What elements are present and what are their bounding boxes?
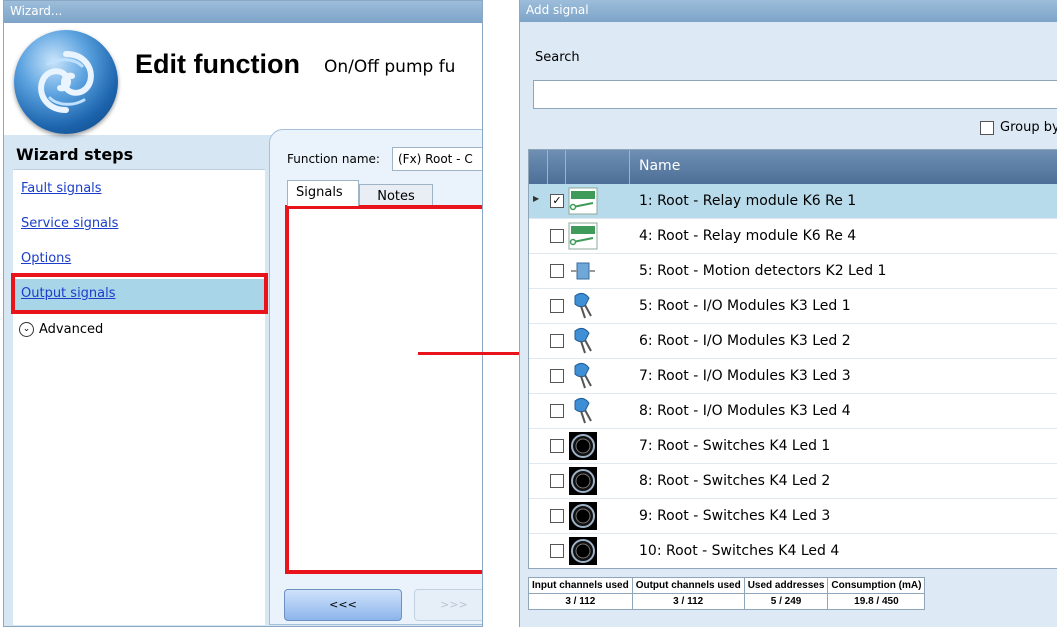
wizard-window: Wizard... Edit function On/Off pump fu W…	[3, 0, 483, 627]
table-row[interactable]: 10: Root - Switches K4 Led 4	[529, 534, 1057, 568]
row-label: 8: Root - Switches K4 Led 2	[639, 473, 831, 489]
app-logo-icon	[14, 30, 118, 134]
row-label: 8: Root - I/O Modules K3 Led 4	[639, 403, 851, 419]
stat-output-channels: Output channels used 3 / 112	[632, 578, 745, 609]
row-label: 5: Root - I/O Modules K3 Led 1	[639, 298, 851, 314]
table-row[interactable]: 5: Root - Motion detectors K2 Led 1	[529, 254, 1057, 289]
stat-header: Used addresses	[744, 578, 828, 594]
row-checkbox[interactable]	[550, 264, 564, 278]
stat-header: Output channels used	[632, 578, 744, 594]
add-signal-titlebar: Add signal	[520, 0, 1057, 22]
row-checkbox[interactable]	[550, 334, 564, 348]
function-subtitle: On/Off pump fu	[324, 57, 456, 77]
row-label: 9: Root - Switches K4 Led 3	[639, 508, 831, 524]
row-checkbox[interactable]	[550, 509, 564, 523]
table-row[interactable]: 8: Root - Switches K4 Led 2	[529, 464, 1057, 499]
back-button[interactable]: <<<	[284, 589, 402, 621]
step-options[interactable]: Options	[21, 251, 71, 266]
function-name-input[interactable]: (Fx) Root - C	[392, 147, 482, 171]
tab-signals[interactable]: Signals	[287, 180, 359, 206]
row-checkbox[interactable]	[550, 299, 564, 313]
row-label: 4: Root - Relay module K6 Re 4	[639, 228, 857, 244]
row-label: 7: Root - I/O Modules K3 Led 3	[639, 368, 851, 384]
stat-used-addresses: Used addresses 5 / 249	[744, 578, 829, 609]
table-row[interactable]: 8: Root - I/O Modules K3 Led 4	[529, 394, 1057, 429]
step-fault-signals[interactable]: Fault signals	[21, 181, 102, 196]
advanced-label: Advanced	[39, 322, 104, 337]
column-header-name[interactable]: Name	[639, 158, 680, 174]
table-row[interactable]: 7: Root - I/O Modules K3 Led 3	[529, 359, 1057, 394]
function-name-label: Function name:	[287, 152, 380, 166]
search-label: Search	[535, 50, 580, 65]
table-row[interactable]: ▶ ✓ 1: Root - Relay module K6 Re 1	[529, 184, 1057, 219]
relay-icon	[567, 220, 599, 252]
usage-stats: Input channels used 3 / 112 Output chann…	[528, 577, 926, 610]
row-checkbox[interactable]	[550, 229, 564, 243]
row-label: 5: Root - Motion detectors K2 Led 1	[639, 263, 887, 279]
chevron-down-icon: ⌄	[19, 322, 34, 337]
search-input[interactable]	[533, 80, 1057, 109]
stat-value: 3 / 112	[565, 596, 596, 607]
checkbox[interactable]	[980, 120, 994, 135]
group-by-checkbox[interactable]: Group by	[980, 120, 1057, 135]
led-icon	[567, 290, 599, 322]
led-icon	[567, 325, 599, 357]
switch-icon	[567, 500, 599, 532]
highlight-signals-list	[285, 205, 482, 574]
relay-icon	[567, 185, 599, 217]
row-label: 1: Root - Relay module K6 Re 1	[639, 193, 857, 209]
table-row[interactable]: 5: Root - I/O Modules K3 Led 1	[529, 289, 1057, 324]
motion-detector-icon	[567, 255, 599, 287]
row-indicator-icon: ▶	[533, 194, 540, 203]
row-checkbox[interactable]: ✓	[550, 194, 564, 208]
table-row[interactable]: 7: Root - Switches K4 Led 1	[529, 429, 1057, 464]
led-icon	[567, 360, 599, 392]
switch-icon	[567, 535, 599, 567]
table-row[interactable]: 4: Root - Relay module K6 Re 4	[529, 219, 1057, 254]
stat-value: 3 / 112	[673, 596, 704, 607]
group-by-label: Group by	[1000, 120, 1057, 135]
stat-input-channels: Input channels used 3 / 112	[529, 578, 633, 609]
led-icon	[567, 395, 599, 427]
advanced-toggle[interactable]: ⌄ Advanced	[19, 322, 103, 337]
switch-icon	[567, 465, 599, 497]
table-row[interactable]: 9: Root - Switches K4 Led 3	[529, 499, 1057, 534]
stat-value: 5 / 249	[770, 596, 802, 607]
wizard-steps-list: Fault signals Service signals Options Ou…	[13, 169, 265, 625]
add-signal-window: Add signal Search Group by Name ▶ ✓ 1: Roo…	[519, 0, 1057, 627]
highlight-output-signals	[11, 273, 268, 314]
table-row[interactable]: 6: Root - I/O Modules K3 Led 2	[529, 324, 1057, 359]
wizard-titlebar: Wizard...	[4, 1, 482, 23]
switch-icon	[567, 430, 599, 462]
stat-header: Consumption (mA)	[828, 578, 925, 594]
row-checkbox[interactable]	[550, 439, 564, 453]
next-button[interactable]: >>>	[414, 589, 482, 621]
wizard-steps-heading: Wizard steps	[16, 145, 134, 164]
stat-value: 19.8 / 450	[854, 596, 899, 607]
page-title: Edit function	[135, 49, 300, 79]
row-label: 10: Root - Switches K4 Led 4	[639, 543, 840, 559]
row-label: 7: Root - Switches K4 Led 1	[639, 438, 831, 454]
row-checkbox[interactable]	[550, 404, 564, 418]
stat-header: Input channels used	[529, 578, 632, 594]
stat-consumption: Consumption (mA) 19.8 / 450	[828, 578, 925, 609]
signals-grid: Name ▶ ✓ 1: Root - Relay module K6 Re 1 4: …	[528, 149, 1057, 569]
row-checkbox[interactable]	[550, 369, 564, 383]
row-checkbox[interactable]	[550, 474, 564, 488]
grid-header: Name	[529, 150, 1057, 184]
step-service-signals[interactable]: Service signals	[21, 216, 118, 231]
row-label: 6: Root - I/O Modules K3 Led 2	[639, 333, 851, 349]
wizard-header: Edit function	[4, 23, 482, 135]
row-checkbox[interactable]	[550, 544, 564, 558]
